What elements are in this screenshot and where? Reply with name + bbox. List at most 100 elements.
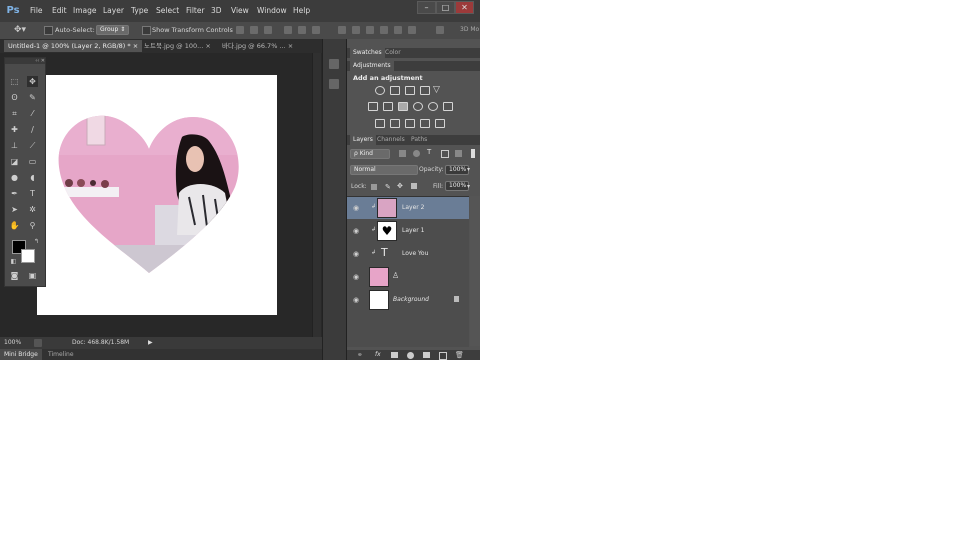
distribute-top-icon[interactable] (338, 26, 346, 34)
path-select-tool-icon[interactable]: ➤ (9, 204, 20, 215)
status-menu-arrow-icon[interactable]: ▶ (148, 337, 153, 349)
menu-file[interactable]: File (30, 6, 43, 15)
layer-name[interactable]: Layer 2 (402, 204, 424, 212)
layer-row-love-you[interactable]: ◉ ↲ T Love You (347, 243, 469, 265)
posterize-icon[interactable] (390, 119, 400, 128)
healing-brush-tool-icon[interactable]: ✚ (9, 124, 20, 135)
history-panel-icon[interactable] (329, 59, 339, 69)
menu-layer[interactable]: Layer (103, 6, 124, 15)
selective-color-icon[interactable] (435, 119, 445, 128)
levels-icon[interactable] (390, 86, 400, 95)
lasso-tool-icon[interactable]: ʘ (9, 92, 20, 103)
layer-row-background[interactable]: ◉ Background (347, 289, 469, 311)
link-layers-icon[interactable]: ⚭ (357, 351, 363, 359)
tab-timeline[interactable]: Timeline (48, 349, 74, 360)
tab-color[interactable]: Color (385, 48, 401, 58)
filter-pixel-icon[interactable] (399, 150, 406, 157)
auto-select-dropdown[interactable]: Group ⇕ (96, 25, 130, 35)
move-tool-preset-icon[interactable]: ✥▾ (14, 25, 26, 35)
align-bottom-icon[interactable] (264, 26, 272, 34)
curves-icon[interactable] (405, 86, 415, 95)
menu-3d[interactable]: 3D (211, 6, 222, 15)
menu-window[interactable]: Window (257, 6, 287, 15)
channel-mixer-icon[interactable] (428, 102, 438, 111)
brightness-contrast-icon[interactable] (375, 86, 385, 95)
filter-kind-dropdown[interactable]: ρ Kind (350, 149, 390, 159)
vibrance-icon[interactable]: ▽ (433, 86, 440, 95)
background-color-swatch[interactable] (21, 249, 35, 263)
gradient-tool-icon[interactable]: ▭ (27, 156, 38, 167)
screen-mode-icon[interactable]: ▣ (27, 270, 38, 281)
3d-tool-icon[interactable]: ✲ (27, 204, 38, 215)
exposure-icon[interactable] (420, 86, 430, 95)
add-mask-icon[interactable] (391, 352, 398, 358)
menu-type[interactable]: Type (131, 6, 148, 15)
swap-colors-icon[interactable]: ↰ (31, 236, 42, 247)
default-colors-icon[interactable]: ◧ (8, 256, 19, 267)
marquee-tool-icon[interactable]: ⬚ (9, 76, 20, 87)
filter-type-icon[interactable]: T (427, 148, 431, 156)
visibility-eye-icon[interactable]: ◉ (352, 296, 360, 304)
opacity-dropdown-icon[interactable]: ▾ (467, 166, 470, 173)
visibility-eye-icon[interactable]: ◉ (352, 250, 360, 258)
threshold-icon[interactable] (405, 119, 415, 128)
align-right-icon[interactable] (312, 26, 320, 34)
color-balance-icon[interactable] (383, 102, 393, 111)
distribute-bottom-icon[interactable] (366, 26, 374, 34)
align-top-icon[interactable] (236, 26, 244, 34)
menu-filter[interactable]: Filter (186, 6, 205, 15)
menu-image[interactable]: Image (73, 6, 97, 15)
layer-row-layer-1[interactable]: ◉ ↲ ♥ Layer 1 (347, 220, 469, 242)
dodge-tool-icon[interactable]: ◖ (27, 172, 38, 183)
properties-panel-icon[interactable] (329, 79, 339, 89)
crop-tool-icon[interactable]: ⌗ (9, 108, 20, 119)
invert-icon[interactable] (375, 119, 385, 128)
close-button[interactable]: ✕ (455, 1, 474, 14)
canvas-scrollbar[interactable] (312, 53, 321, 337)
eyedropper-tool-icon[interactable]: ⁄ (27, 108, 38, 119)
eraser-tool-icon[interactable]: ◪ (9, 156, 20, 167)
lock-position-icon[interactable]: ✥ (397, 182, 403, 190)
distribute-left-icon[interactable] (380, 26, 388, 34)
color-lookup-icon[interactable] (443, 102, 453, 111)
layer-name[interactable]: Background (393, 296, 429, 304)
quick-mask-icon[interactable]: ◙ (9, 270, 20, 281)
fill-input[interactable]: 100% (445, 181, 469, 191)
tab-adjustments[interactable]: Adjustments (350, 61, 394, 71)
history-brush-tool-icon[interactable]: ⟋ (27, 140, 38, 151)
layers-scrollbar[interactable] (470, 196, 480, 346)
move-tool-icon[interactable]: ✥ (27, 76, 38, 87)
layer-row-pink-shape[interactable]: ◉ ♙ (347, 266, 469, 288)
menu-edit[interactable]: Edit (52, 6, 67, 15)
layer-name[interactable]: Love You (402, 250, 428, 258)
align-vcenter-icon[interactable] (250, 26, 258, 34)
zoom-tool-icon[interactable]: ⚲ (27, 220, 38, 231)
fx-icon[interactable]: fx (375, 351, 381, 358)
pen-tool-icon[interactable]: ✒ (9, 188, 20, 199)
gradient-map-icon[interactable] (420, 119, 430, 128)
document-canvas[interactable] (37, 75, 277, 315)
type-tool-icon[interactable]: T (27, 188, 38, 199)
photo-filter-icon[interactable] (413, 102, 423, 111)
show-transform-checkbox[interactable] (142, 26, 151, 35)
tab-swatches[interactable]: Swatches (350, 48, 385, 58)
hand-tool-icon[interactable]: ✋ (9, 220, 20, 231)
minimize-button[interactable]: – (417, 1, 436, 14)
distribute-right-icon[interactable] (408, 26, 416, 34)
auto-select-checkbox[interactable] (44, 26, 53, 35)
lock-pixels-icon[interactable]: ✎ (385, 183, 391, 191)
tab-layers[interactable]: Layers (350, 135, 376, 145)
hue-saturation-icon[interactable] (368, 102, 378, 111)
new-group-icon[interactable] (423, 352, 430, 358)
visibility-eye-icon[interactable]: ◉ (352, 227, 360, 235)
visibility-eye-icon[interactable]: ◉ (352, 204, 360, 212)
distribute-hcenter-icon[interactable] (394, 26, 402, 34)
tab-channels[interactable]: Channels (377, 135, 405, 145)
tab-mini-bridge[interactable]: Mini Bridge (0, 349, 42, 360)
black-white-icon[interactable] (398, 102, 408, 111)
tab-notebook-jpg[interactable]: 노트북.jpg @ 100... × (140, 40, 215, 52)
new-layer-icon[interactable] (439, 352, 447, 360)
layer-row-layer-2[interactable]: ◉ ↲ Layer 2 (347, 197, 469, 219)
layer-name[interactable]: Layer 1 (402, 227, 424, 235)
tab-close-icon[interactable]: × (288, 42, 293, 50)
